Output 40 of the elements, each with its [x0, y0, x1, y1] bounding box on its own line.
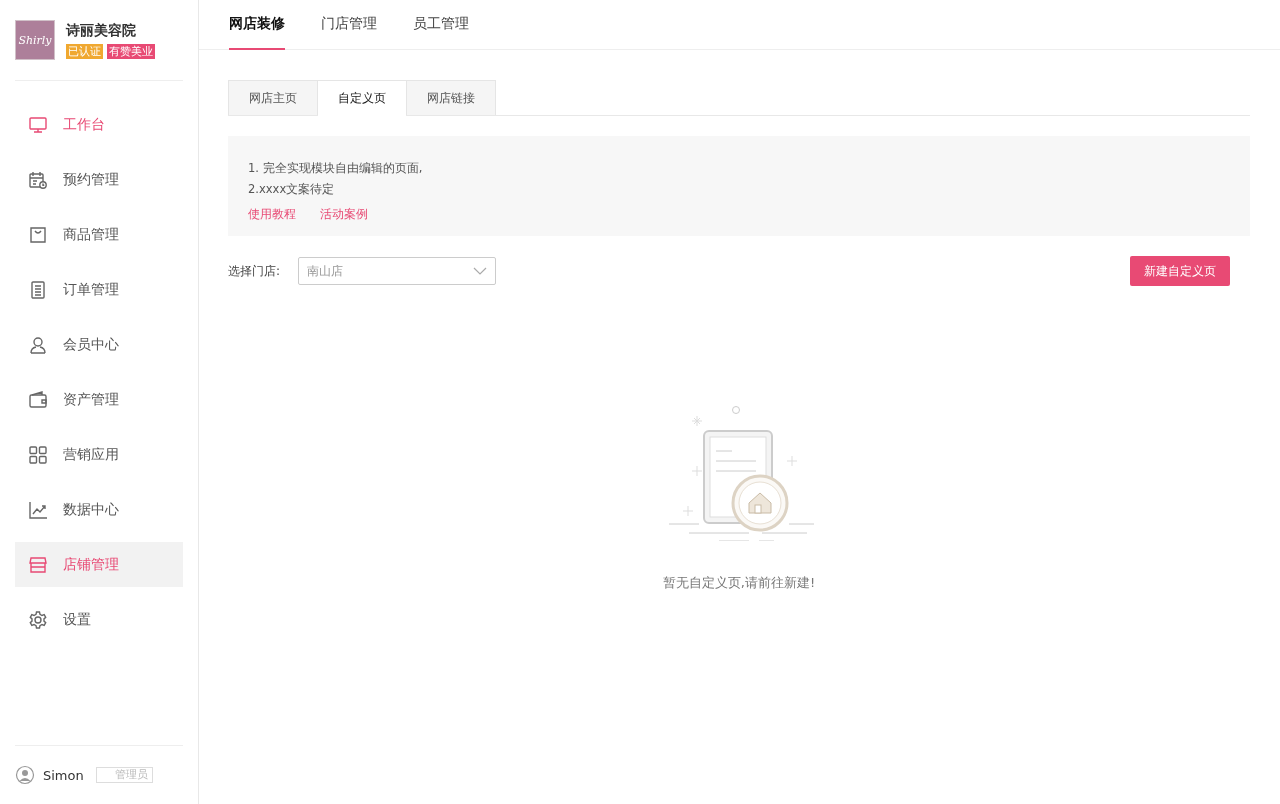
field-label: 选择门店: — [228, 262, 282, 280]
calendar-icon — [28, 169, 48, 190]
tab[interactable]: 门店管理 — [321, 0, 377, 50]
sidebar-item[interactable]: 工作台 — [15, 102, 183, 147]
tag: 有赞美业 — [107, 43, 155, 59]
document-icon — [28, 279, 48, 300]
sidebar-item[interactable]: 数据中心 — [15, 487, 183, 532]
person-icon — [28, 334, 48, 355]
logo: Shirly — [15, 20, 55, 60]
empty-message: 暂无自定义页,请前往新建! — [662, 574, 816, 592]
monitor-icon — [28, 114, 48, 135]
shopping-bag-icon — [28, 224, 48, 245]
store-icon — [28, 554, 48, 575]
user-name: Simon — [43, 767, 84, 783]
tab[interactable]: 网店主页 — [228, 80, 318, 115]
user-avatar-icon — [15, 765, 35, 785]
link[interactable]: 使用教程 — [248, 206, 296, 223]
tab[interactable]: 网店链接 — [406, 80, 496, 115]
sidebar-item[interactable]: 订单管理 — [15, 267, 183, 312]
tab[interactable]: 网店装修 — [229, 0, 285, 50]
chevron-down-icon — [473, 267, 487, 275]
wallet-icon — [28, 389, 48, 410]
notice-text: 2.xxxx文案待定 — [248, 181, 336, 198]
sidebar-item[interactable]: 商品管理 — [15, 212, 183, 257]
sidebar-item[interactable]: 预约管理 — [15, 157, 183, 202]
role-label: 管理员 — [95, 767, 153, 783]
shop-name: 诗丽美容院 — [66, 21, 137, 40]
notice-text: 1. 完全实现模块自由编辑的页面, — [248, 160, 424, 177]
tab[interactable]: 自定义页 — [318, 80, 406, 116]
sidebar-item[interactable]: 资产管理 — [15, 377, 183, 422]
tab[interactable]: 员工管理 — [413, 0, 469, 50]
tag: 已认证 — [66, 43, 103, 59]
settings-icon — [28, 609, 48, 630]
sidebar-item[interactable]: 设置 — [15, 597, 183, 642]
grid-icon — [28, 444, 48, 465]
sidebar-item[interactable]: 营销应用 — [15, 432, 183, 477]
link[interactable]: 活动案例 — [320, 206, 368, 223]
sidebar-item[interactable]: 会员中心 — [15, 322, 183, 367]
line-chart-icon — [28, 499, 48, 520]
create-button[interactable]: 新建自定义页 — [1130, 256, 1230, 286]
